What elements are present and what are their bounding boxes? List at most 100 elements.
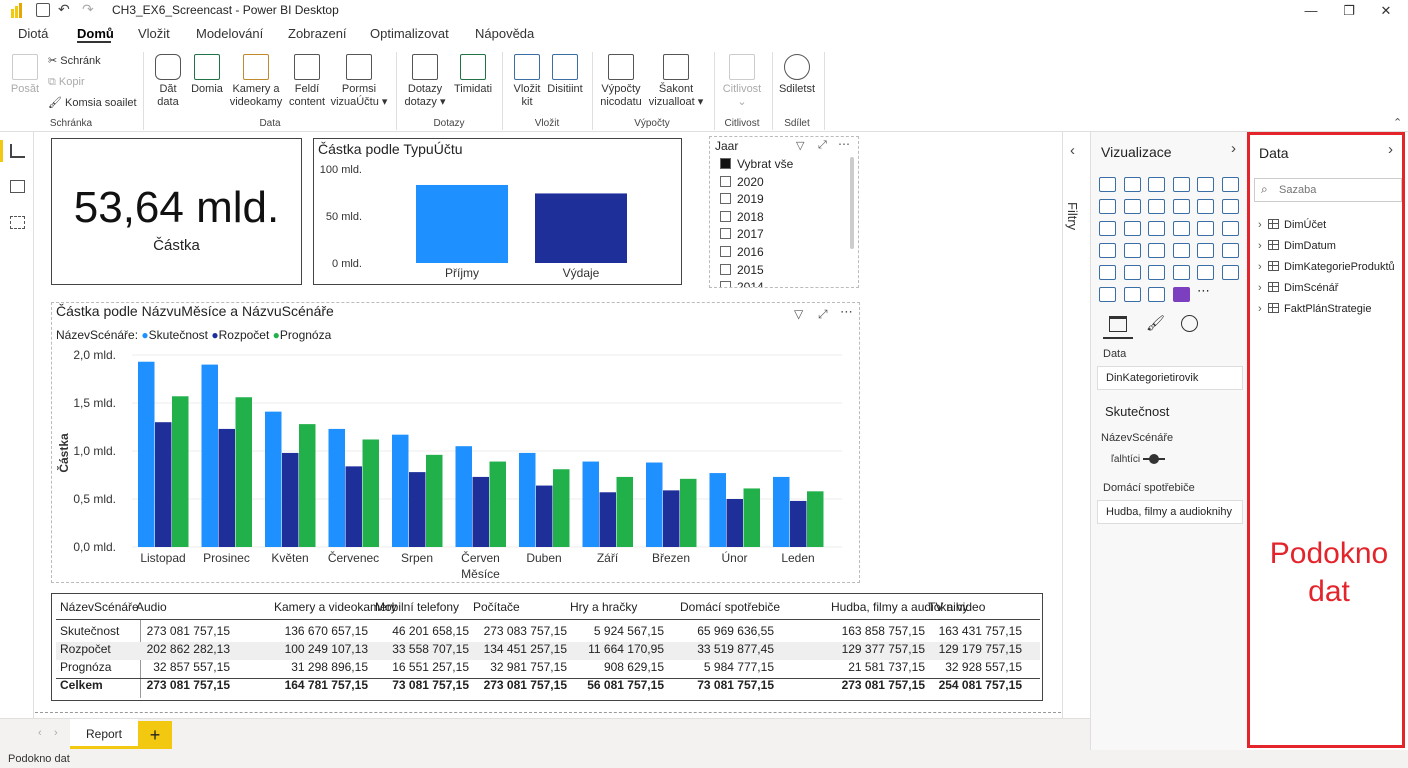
bar[interactable] (472, 476, 490, 547)
smart-narrative-icon[interactable] (1148, 287, 1165, 302)
table-item[interactable]: › DimDatum (1258, 240, 1336, 256)
checkbox[interactable] (720, 246, 731, 257)
checkbox[interactable] (720, 175, 731, 187)
kpi-card[interactable]: 53,64 mld. Částka (51, 138, 302, 285)
menu-help[interactable]: Nápověda (475, 26, 534, 41)
get-data-button[interactable]: Dăt data (150, 54, 186, 109)
key-influencers-icon[interactable] (1221, 265, 1239, 280)
treemap-icon[interactable] (1221, 221, 1239, 236)
bar[interactable] (392, 434, 409, 547)
bar[interactable] (743, 488, 761, 547)
bar[interactable] (138, 361, 155, 547)
table-view-icon[interactable] (10, 180, 25, 193)
table-row[interactable]: Skutečnost 273 081 757,15 136 670 657,15 46… (52, 624, 1042, 642)
scatter-chart-icon[interactable] (1148, 221, 1165, 236)
search-box[interactable]: ⌕ (1254, 178, 1402, 202)
slicer-scrollbar[interactable] (850, 157, 854, 249)
excel-button[interactable]: Domia (190, 54, 224, 96)
cameras-button[interactable]: Kamery a videokamy (227, 54, 285, 109)
chevron-right-icon[interactable]: › (1258, 219, 1268, 231)
bar[interactable] (218, 428, 236, 547)
clustered-bar-icon[interactable] (1148, 177, 1165, 192)
stacked-area-icon[interactable] (1148, 199, 1165, 214)
table-row[interactable]: Rozpočet 202 862 282,13 100 249 107,13 33 5… (52, 642, 1042, 660)
copy-button[interactable]: ⧉ Kopir (48, 76, 85, 89)
python-visual-icon[interactable] (1197, 265, 1214, 280)
table-icon[interactable] (1123, 265, 1141, 280)
checkbox[interactable] (720, 210, 731, 222)
category-well[interactable]: Hudba, filmy a audioknihy (1097, 500, 1243, 524)
bar[interactable] (409, 472, 426, 547)
matrix-table[interactable]: NázevScénáře Audio Kamery a videokamery Mob… (51, 593, 1043, 701)
scatter-icon[interactable] (1099, 221, 1116, 236)
table-item[interactable]: › DimScénář (1258, 282, 1338, 298)
column-header[interactable]: TV a video (928, 600, 985, 614)
format-painter-button[interactable]: 🖌 Komsia soailet (48, 96, 137, 109)
year-slicer[interactable]: Jaar ▽ ⤢ ⋯ Vybrat vše 2020 2019 2018 2017 201… (709, 136, 859, 288)
total-row[interactable]: Celkem 273 081 757,15 164 781 757,15 73 081… (52, 678, 1042, 696)
bar[interactable] (663, 490, 680, 547)
share-button[interactable]: Sdiletst (777, 54, 817, 96)
bar[interactable] (265, 411, 282, 547)
analytics-tab-icon[interactable] (1181, 315, 1198, 332)
menu-insert[interactable]: Vložit (138, 26, 170, 41)
menu-home[interactable]: Domů (77, 26, 114, 41)
matrix-icon[interactable] (1148, 265, 1165, 280)
bar[interactable] (536, 485, 553, 547)
close-button[interactable]: ✕ (1363, 0, 1408, 22)
account-type-chart[interactable]: Částka podle TypuÚčtu 100 mld. 50 mld. 0 m… (313, 138, 682, 285)
map-icon[interactable] (1099, 243, 1116, 258)
undo-icon[interactable]: ↶ (58, 1, 70, 18)
slicer-item[interactable]: 2016 (720, 245, 764, 261)
bar[interactable] (282, 452, 299, 547)
qa-icon[interactable] (1123, 287, 1141, 302)
field-well[interactable]: DinKategorietirovik (1097, 366, 1243, 390)
gauge-icon[interactable] (1148, 243, 1165, 258)
stacked-bar-icon[interactable] (1099, 177, 1116, 192)
more-visuals-icon[interactable]: ⋯ (1197, 284, 1214, 302)
filled-map-icon[interactable] (1123, 243, 1141, 258)
filters-pane-collapsed[interactable]: ‹ Filtry (1062, 132, 1090, 750)
column-header[interactable]: Domácí spotřebiče (680, 600, 780, 614)
tab-report[interactable]: Report (70, 719, 138, 749)
menu-modeling[interactable]: Modelování (196, 26, 263, 41)
table-item[interactable]: › FaktPlánStrategie (1258, 303, 1371, 319)
column-header[interactable]: Počítače (473, 600, 520, 614)
bar[interactable] (599, 492, 617, 547)
month-scenario-chart[interactable]: Částka podle NázvuMěsíce a NázvuScénáře … (51, 302, 860, 583)
table-item[interactable]: › DimKategorieProduktů (1258, 261, 1395, 277)
focus-icon[interactable]: ⤢ (818, 139, 827, 152)
bar[interactable] (616, 476, 634, 547)
bar[interactable] (328, 428, 346, 547)
slicer-icon[interactable] (1099, 265, 1116, 280)
pie-icon[interactable] (1172, 221, 1190, 236)
pormsi-button[interactable]: Pormsi vizuaÚčtu ▾ (328, 54, 390, 109)
bar[interactable] (807, 491, 824, 547)
checkbox[interactable] (720, 281, 731, 287)
bar[interactable] (489, 461, 507, 547)
menu-view[interactable]: Zobrazení (288, 26, 347, 41)
bar[interactable] (553, 469, 570, 547)
slicer-item[interactable]: 2019 (720, 192, 764, 208)
bar[interactable] (235, 397, 253, 547)
bar[interactable] (773, 476, 790, 547)
bar[interactable] (201, 364, 219, 547)
card-icon[interactable] (1172, 243, 1190, 258)
save-icon[interactable] (36, 3, 50, 17)
bar[interactable] (646, 462, 663, 547)
power-apps-icon[interactable] (1172, 287, 1190, 302)
chevron-right-icon[interactable]: › (1258, 240, 1268, 252)
column-header[interactable]: Hry a hračky (570, 600, 637, 614)
cut-button[interactable]: ✂ Schránk (48, 54, 101, 67)
area-chart-icon[interactable] (1123, 199, 1141, 214)
bar[interactable] (345, 466, 363, 547)
column-header[interactable]: Mobilní telefony (375, 600, 459, 614)
model-view-icon[interactable] (10, 216, 25, 229)
queries-button[interactable]: Dotazy dotazy ▾ (402, 54, 448, 109)
format-tab-icon[interactable]: 🖌 (1146, 314, 1165, 332)
more-options-icon[interactable]: ⋯ (838, 137, 850, 151)
insert-visual-button[interactable]: Vložit kit (508, 54, 546, 109)
column-header[interactable]: NázevScénáře (60, 600, 139, 614)
chevron-right-icon[interactable]: › (1258, 261, 1268, 273)
r-visual-icon[interactable] (1172, 265, 1190, 280)
